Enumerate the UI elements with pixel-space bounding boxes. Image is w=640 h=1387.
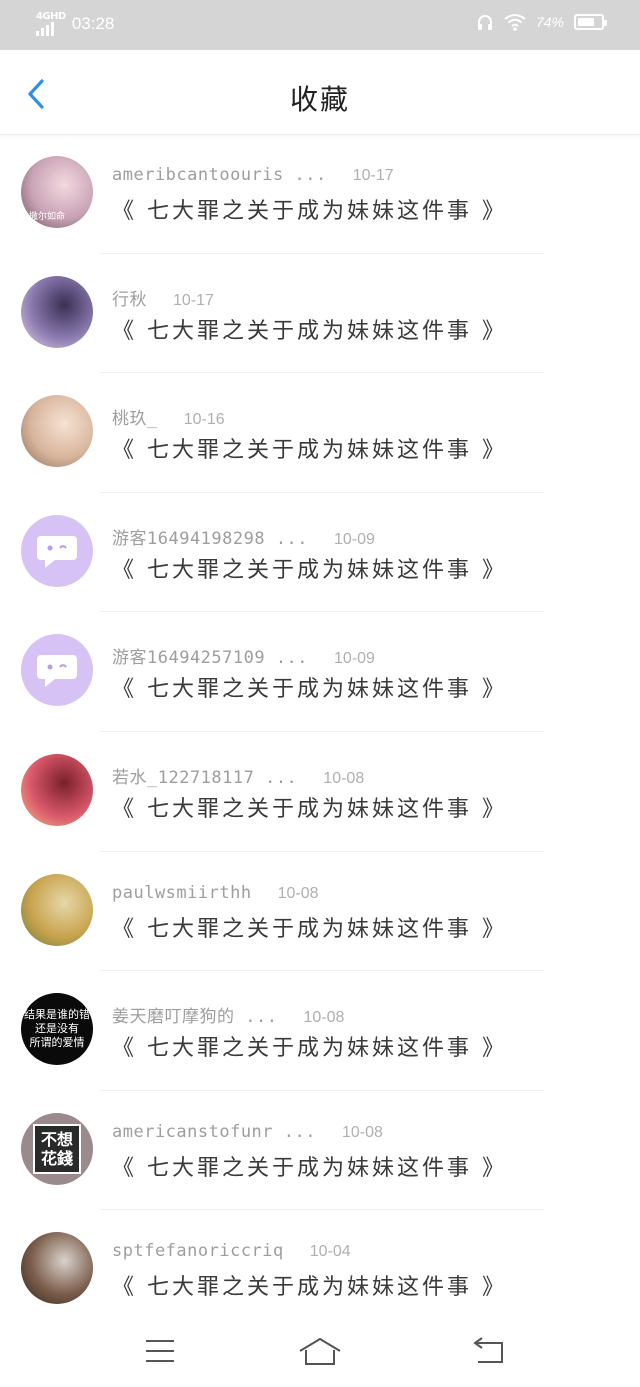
avatar[interactable] <box>21 275 93 348</box>
list-item[interactable]: 撒尔如命 ameribcantoouris ... 10-17 《 七大罪之关于成为妹… <box>0 134 640 254</box>
wifi-icon <box>504 14 526 31</box>
back-arrow-icon <box>473 1337 503 1363</box>
item-title[interactable]: 《 七大罪之关于成为妹妹这件事 》 <box>112 1269 507 1301</box>
item-meta: 行秋 10-17 <box>112 285 214 310</box>
status-bar: 4GHD 03:28 74% <box>0 0 640 50</box>
post-date: 10-09 <box>334 650 375 668</box>
avatar[interactable] <box>21 395 93 468</box>
favorites-list: 撒尔如命 ameribcantoouris ... 10-17 《 七大罪之关于成为妹… <box>0 134 640 1330</box>
status-left: 4GHD 03:28 <box>36 12 114 36</box>
post-date: 10-16 <box>183 411 225 429</box>
item-meta: 姜天磨叮摩狗的 ... 10-08 <box>112 1002 344 1027</box>
username[interactable]: americanstofunr ... <box>112 1122 316 1142</box>
list-item[interactable]: 行秋 10-17 《 七大罪之关于成为妹妹这件事 》 <box>0 254 640 374</box>
list-item[interactable]: 游客16494198298 ... 10-09 《 七大罪之关于成为妹妹这件事 》 <box>0 493 640 613</box>
item-meta: americanstofunr ... 10-08 <box>112 1122 383 1142</box>
network-indicator: 4GHD <box>36 12 66 36</box>
clock: 03:28 <box>71 14 115 33</box>
signal-icon <box>36 22 54 36</box>
post-date: 10-17 <box>352 167 394 184</box>
list-item[interactable]: 游客16494257109 ... 10-09 《 七大罪之关于成为妹妹这件事 》 <box>0 612 640 732</box>
list-item[interactable]: 若水_122718117 ... 10-08 《 七大罪之关于成为妹妹这件事 》 <box>0 732 640 852</box>
post-date: 10-08 <box>341 1123 383 1141</box>
username[interactable]: ameribcantoouris ... <box>112 165 327 185</box>
headphones-icon <box>477 15 492 30</box>
item-meta: 游客16494198298 ... 10-09 <box>112 524 375 549</box>
list-item[interactable]: sptfefanoriccriq 10-04 《 七大罪之关于成为妹妹这件事 》 <box>0 1210 640 1330</box>
item-meta: 若水_122718117 ... 10-08 <box>112 763 364 788</box>
item-title[interactable]: 《 七大罪之关于成为妹妹这件事 》 <box>112 791 507 823</box>
battery-fill <box>578 18 594 26</box>
username[interactable]: paulwsmiirthh <box>112 883 252 903</box>
chat-bubble-icon <box>37 655 77 688</box>
avatar-caption: 撒尔如命 <box>29 212 66 222</box>
item-title[interactable]: 《 七大罪之关于成为妹妹这件事 》 <box>112 1150 507 1182</box>
item-title[interactable]: 《 七大罪之关于成为妹妹这件事 》 <box>112 193 507 225</box>
post-date: 10-04 <box>309 1243 351 1261</box>
item-meta: sptfefanoriccriq 10-04 <box>112 1241 351 1261</box>
avatar-text: 不想 花錢 <box>32 1123 81 1174</box>
username[interactable]: 若水_122718117 ... <box>112 763 297 788</box>
item-title[interactable]: 《 七大罪之关于成为妹妹这件事 》 <box>112 911 507 943</box>
item-meta: 游客16494257109 ... 10-09 <box>112 643 375 668</box>
list-item[interactable]: 桃玖_ 10-16 《 七大罪之关于成为妹妹这件事 》 <box>0 373 640 493</box>
item-meta: ameribcantoouris ... 10-17 <box>112 165 394 185</box>
avatar[interactable]: 结果是谁的错 还是没有 所谓的爱情 <box>21 993 93 1066</box>
username[interactable]: 游客16494198298 ... <box>112 524 308 549</box>
username[interactable]: sptfefanoriccriq <box>112 1241 284 1261</box>
avatar[interactable]: 撒尔如命 <box>21 156 93 228</box>
list-item[interactable]: 不想 花錢 americanstofunr ... 10-08 《 七大罪之关于成为妹… <box>0 1091 640 1211</box>
avatar[interactable] <box>21 634 93 707</box>
username[interactable]: 游客16494257109 ... <box>112 643 308 668</box>
page-title: 收藏 <box>289 83 350 116</box>
status-right: 74% <box>476 13 607 31</box>
post-date: 10-09 <box>334 530 375 548</box>
post-date: 10-08 <box>323 769 365 787</box>
home-button[interactable] <box>298 1335 342 1367</box>
avatar-text: 结果是谁的错 还是没有 所谓的爱情 <box>24 1008 90 1050</box>
list-item[interactable]: paulwsmiirthh 10-08 《 七大罪之关于成为妹妹这件事 》 <box>0 852 640 972</box>
item-title[interactable]: 《 七大罪之关于成为妹妹这件事 》 <box>112 1030 507 1062</box>
post-date: 10-08 <box>303 1009 345 1027</box>
battery-icon <box>574 14 607 30</box>
network-type: 4GHD <box>36 11 66 22</box>
item-title[interactable]: 《 七大罪之关于成为妹妹这件事 》 <box>112 432 507 464</box>
username[interactable]: 桃玖_ <box>112 404 158 429</box>
item-title[interactable]: 《 七大罪之关于成为妹妹这件事 》 <box>112 313 507 345</box>
avatar[interactable] <box>21 753 93 826</box>
battery-percent: 74% <box>535 14 564 30</box>
item-meta: paulwsmiirthh 10-08 <box>112 883 318 903</box>
post-date: 10-17 <box>173 291 214 309</box>
menu-icon <box>146 1340 174 1362</box>
chat-bubble-icon <box>37 535 77 568</box>
item-title[interactable]: 《 七大罪之关于成为妹妹这件事 》 <box>112 552 507 584</box>
item-meta: 桃玖_ 10-16 <box>112 404 225 429</box>
list-item[interactable]: 结果是谁的错 还是没有 所谓的爱情 姜天磨叮摩狗的 ... 10-08 《 七大罪之关… <box>0 971 640 1091</box>
back-nav-button[interactable] <box>466 1335 510 1367</box>
username[interactable]: 姜天磨叮摩狗的 ... <box>112 1002 277 1027</box>
username[interactable]: 行秋 <box>112 285 147 310</box>
header: 收藏 <box>0 50 640 135</box>
item-title[interactable]: 《 七大罪之关于成为妹妹这件事 》 <box>112 671 507 703</box>
avatar[interactable] <box>21 873 93 946</box>
post-date: 10-08 <box>277 884 319 902</box>
avatar[interactable]: 不想 花錢 <box>21 1112 93 1185</box>
menu-button[interactable] <box>138 1335 182 1367</box>
navigation-bar <box>0 1315 640 1387</box>
avatar[interactable] <box>21 1232 93 1305</box>
home-icon <box>299 1338 341 1365</box>
avatar[interactable] <box>21 514 93 587</box>
